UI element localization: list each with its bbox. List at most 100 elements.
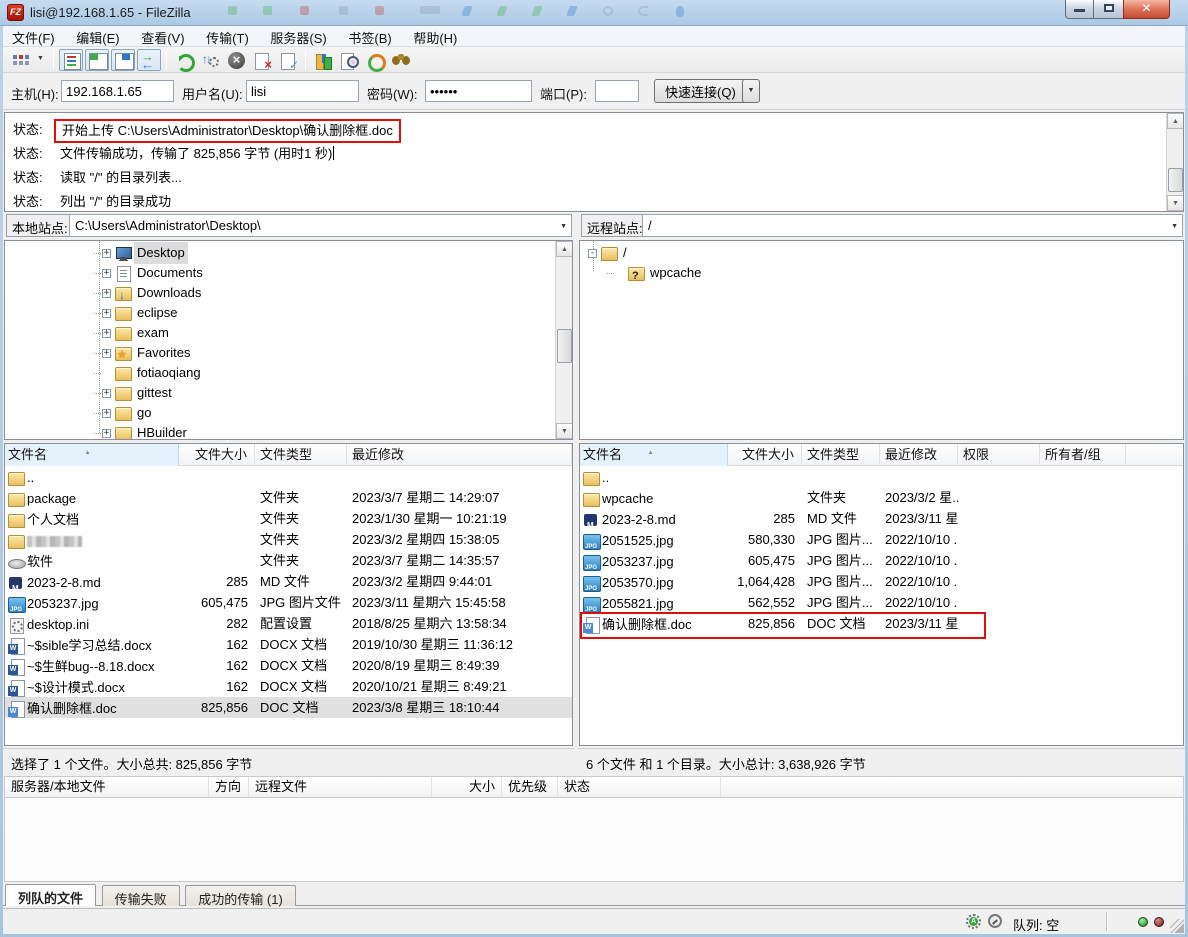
expand-toggle[interactable]: - bbox=[588, 249, 597, 258]
expand-toggle[interactable]: + bbox=[102, 249, 111, 258]
remote-treeview-icon[interactable] bbox=[111, 49, 135, 71]
column-header[interactable]: 最近修改 bbox=[347, 444, 572, 466]
tree-item[interactable]: + Downloads bbox=[5, 283, 572, 303]
expand-toggle[interactable]: + bbox=[102, 269, 111, 278]
tree-item[interactable]: + go bbox=[5, 403, 572, 423]
queue-tab[interactable]: 成功的传输 (1) bbox=[185, 885, 296, 906]
chevron-down-icon[interactable] bbox=[34, 49, 48, 71]
expand-toggle[interactable]: + bbox=[102, 289, 111, 298]
disconnect-icon[interactable] bbox=[250, 49, 274, 71]
tree-item[interactable]: + Favorites bbox=[5, 343, 572, 363]
column-header[interactable]: 文件类型 bbox=[255, 444, 347, 466]
resize-grip[interactable] bbox=[1170, 919, 1184, 933]
column-header[interactable]: 文件名 bbox=[5, 444, 179, 466]
queue-column-header[interactable]: 状态 bbox=[558, 777, 721, 797]
filter-icon[interactable] bbox=[337, 49, 361, 71]
queue-tab[interactable]: 传输失败 bbox=[102, 885, 180, 906]
directory-comparison-icon[interactable] bbox=[311, 49, 335, 71]
queue-column-header[interactable]: 方向 bbox=[209, 777, 249, 797]
table-row[interactable]: 2051525.jpg 580,330 JPG 图片... 2022/10/10… bbox=[580, 529, 1183, 550]
username-input[interactable] bbox=[246, 80, 359, 102]
column-header[interactable]: 权限 bbox=[958, 444, 1040, 466]
queue-column-header[interactable]: 远程文件 bbox=[249, 777, 432, 797]
transfer-queue-icon[interactable] bbox=[137, 49, 161, 71]
scroll-down-icon[interactable]: ▼ bbox=[1167, 195, 1184, 211]
table-row[interactable]: 软件 文件夹 2023/3/7 星期二 14:35:57 bbox=[5, 550, 572, 571]
column-header[interactable]: 文件名 bbox=[580, 444, 728, 466]
expand-toggle[interactable]: + bbox=[102, 409, 111, 418]
cancel-operation-icon[interactable] bbox=[224, 49, 248, 71]
column-header[interactable]: 所有者/组 bbox=[1040, 444, 1126, 466]
menu-item[interactable]: 书签(B) bbox=[339, 26, 400, 47]
table-row[interactable]: 2053570.jpg 1,064,428 JPG 图片... 2022/10/… bbox=[580, 571, 1183, 592]
remote-path-combobox[interactable]: / ▼ bbox=[642, 214, 1183, 237]
queue-column-header[interactable]: 大小 bbox=[432, 777, 502, 797]
menu-item[interactable]: 查看(V) bbox=[132, 26, 193, 47]
tree-item[interactable]: + HBuilder bbox=[5, 423, 572, 440]
table-row[interactable]: 个人文档 文件夹 2023/1/30 星期一 10:21:19 bbox=[5, 508, 572, 529]
scrollbar-thumb[interactable] bbox=[557, 329, 572, 363]
table-row[interactable]: 2055821.jpg 562,552 JPG 图片... 2022/10/10… bbox=[580, 592, 1183, 613]
expand-toggle[interactable]: + bbox=[102, 329, 111, 338]
tree-item[interactable]: + exam bbox=[5, 323, 572, 343]
table-row[interactable]: .. bbox=[580, 466, 1183, 487]
table-row[interactable]: wpcache 文件夹 2023/3/2 星... bbox=[580, 487, 1183, 508]
expand-toggle[interactable]: + bbox=[102, 309, 111, 318]
quickconnect-dropdown[interactable]: ▼ bbox=[742, 79, 760, 103]
speed-gauge-icon[interactable] bbox=[988, 914, 1002, 928]
table-row[interactable]: 2053237.jpg 605,475 JPG 图片文件 2023/3/11 星… bbox=[5, 592, 572, 613]
column-header[interactable]: 文件大小 bbox=[728, 444, 802, 466]
local-treeview-icon[interactable] bbox=[85, 49, 109, 71]
tree-item[interactable]: + Desktop bbox=[5, 243, 572, 263]
minimize-button[interactable] bbox=[1065, 0, 1094, 19]
table-row[interactable]: desktop.ini 282 配置设置 2018/8/25 星期六 13:58… bbox=[5, 613, 572, 634]
tree-item[interactable]: + eclipse bbox=[5, 303, 572, 323]
column-header[interactable]: 文件类型 bbox=[802, 444, 880, 466]
table-row[interactable]: ~$sible学习总结.docx 162 DOCX 文档 2019/10/30 … bbox=[5, 634, 572, 655]
table-row[interactable]: .. bbox=[5, 466, 572, 487]
table-row[interactable]: 2023-2-8.md 285 MD 文件 2023/3/11 星... bbox=[580, 508, 1183, 529]
column-header[interactable]: 最近修改 bbox=[880, 444, 958, 466]
password-input[interactable] bbox=[425, 80, 532, 102]
tree-item[interactable]: + Documents bbox=[5, 263, 572, 283]
scroll-up-icon[interactable]: ▲ bbox=[556, 241, 573, 257]
log-scrollbar[interactable]: ▲ ▼ bbox=[1166, 113, 1183, 211]
synchronized-browsing-icon[interactable] bbox=[363, 49, 387, 71]
table-row[interactable]: package 文件夹 2023/3/7 星期二 14:29:07 bbox=[5, 487, 572, 508]
maximize-button[interactable] bbox=[1094, 0, 1123, 19]
queue-tab[interactable]: 列队的文件 bbox=[5, 884, 96, 906]
menu-item[interactable]: 服务器(S) bbox=[261, 26, 335, 47]
column-header[interactable]: 文件大小 bbox=[179, 444, 255, 466]
queue-column-header[interactable]: 服务器/本地文件 bbox=[5, 777, 209, 797]
tree-item[interactable]: - / bbox=[580, 243, 1183, 263]
table-row[interactable]: 2023-2-8.md 285 MD 文件 2023/3/2 星期四 9:44:… bbox=[5, 571, 572, 592]
message-log-icon[interactable] bbox=[59, 49, 83, 71]
reconnect-icon[interactable] bbox=[276, 49, 300, 71]
tree-item[interactable]: wpcache bbox=[580, 263, 1183, 283]
scroll-up-icon[interactable]: ▲ bbox=[1167, 113, 1184, 129]
local-tree-scrollbar[interactable]: ▲ ▼ bbox=[555, 241, 572, 439]
table-row[interactable]: 确认删除框.doc 825,856 DOC 文档 2023/3/11 星... bbox=[580, 613, 1183, 634]
scroll-down-icon[interactable]: ▼ bbox=[556, 423, 573, 439]
tree-item[interactable]: + gittest bbox=[5, 383, 572, 403]
scrollbar-thumb[interactable] bbox=[1168, 168, 1183, 192]
refresh-icon[interactable] bbox=[172, 49, 196, 71]
menu-item[interactable]: 文件(F) bbox=[3, 26, 64, 47]
tree-item[interactable]: fotiaoqiang bbox=[5, 363, 572, 383]
quickconnect-button[interactable]: 快速连接(Q) bbox=[654, 79, 747, 103]
table-row[interactable]: 确认删除框.doc 825,856 DOC 文档 2023/3/8 星期三 18… bbox=[5, 697, 572, 718]
process-queue-icon[interactable] bbox=[198, 49, 222, 71]
expand-toggle[interactable]: + bbox=[102, 349, 111, 358]
queue-column-header[interactable]: 优先级 bbox=[502, 777, 558, 797]
host-input[interactable] bbox=[61, 80, 174, 102]
site-manager-icon[interactable] bbox=[8, 49, 32, 71]
menu-item[interactable]: 传输(T) bbox=[197, 26, 258, 47]
menu-item[interactable]: 编辑(E) bbox=[67, 26, 128, 47]
expand-toggle[interactable]: + bbox=[102, 389, 111, 398]
table-row[interactable]: 2053237.jpg 605,475 JPG 图片... 2022/10/10… bbox=[580, 550, 1183, 571]
table-row[interactable]: ~$生鲜bug--8.18.docx 162 DOCX 文档 2020/8/19… bbox=[5, 655, 572, 676]
port-input[interactable] bbox=[595, 80, 639, 102]
find-files-icon[interactable] bbox=[389, 49, 413, 71]
local-path-combobox[interactable]: C:\Users\Administrator\Desktop\ ▼ bbox=[69, 214, 572, 237]
table-row[interactable]: ~$设计模式.docx 162 DOCX 文档 2020/10/21 星期三 8… bbox=[5, 676, 572, 697]
